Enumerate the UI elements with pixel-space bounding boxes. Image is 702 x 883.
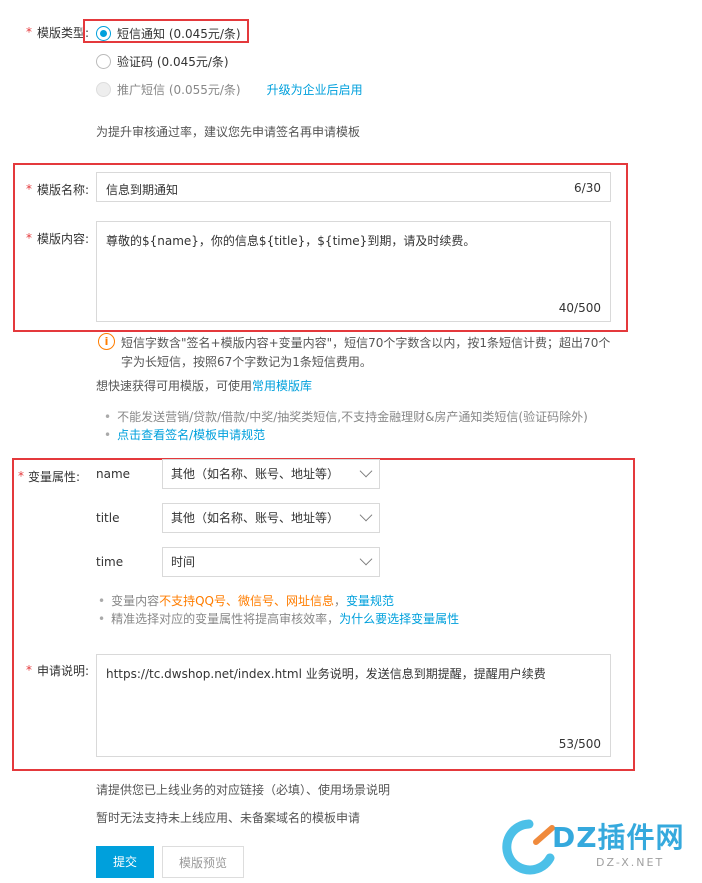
watermark-sub: DZ-X.NET [596,856,665,869]
radio-promotion-sms: 推广短信 (0.055元/条) 升级为企业后启用 [96,78,363,100]
template-content-counter: 40/500 [558,301,601,315]
template-name-label: 模版名称: [37,183,90,197]
content-rule-line1: 短信字数含"签名+模版内容+变量内容"，短信70个字数含以内，按1条短信计费；超… [121,336,611,350]
required-mark: * [18,469,24,483]
variable-title-label: title [96,511,120,525]
chevron-down-icon [359,464,373,478]
template-type-label: 模版类型: [37,26,90,40]
template-name-input[interactable]: 信息到期通知 6/30 [96,172,611,202]
variable-time-select-value: 时间 [171,555,196,569]
watermark-logo: DZ插件网 DZ-X.NET [500,816,696,880]
common-template-link[interactable]: 常用模版库 [252,379,312,393]
application-hint-2: 暂时无法支持未上线应用、未备案域名的模板申请 [96,811,361,825]
info-icon: i [98,333,115,350]
bullet-icon: • [104,428,112,442]
template-name-counter: 6/30 [574,181,601,195]
required-mark: * [26,182,32,196]
variable-title-select-value: 其他（如名称、账号、地址等） [171,511,340,525]
upgrade-enterprise-link[interactable]: 升级为企业后启用 [267,81,363,98]
variable-note-1-warning: 不支持QQ号、微信号、网址信息 [159,594,334,608]
variable-note-1-sep: ， [334,594,347,608]
variable-rules-link[interactable]: 变量规范 [346,594,394,608]
variable-name-select-value: 其他（如名称、账号、地址等） [171,467,340,481]
chevron-down-icon [359,552,373,566]
template-content-textarea[interactable]: 尊敬的${name}，你的信息${title}，${time}到期，请及时续费。… [96,221,611,322]
signature-rules-link[interactable]: 点击查看签名/模板申请规范 [117,428,265,442]
variable-name-label: name [96,467,131,481]
variable-time-label: time [96,555,124,569]
template-content-label: 模版内容: [37,232,90,246]
application-desc-textarea[interactable]: https://tc.dwshop.net/index.html 业务说明，发送… [96,654,611,757]
rule-bullet-1: • 不能发送营销/贷款/借款/中奖/抽奖类短信,不支持金融理财&房产通知类短信(验… [104,408,588,425]
watermark-brand: DZ插件网 [552,821,685,854]
template-content-value: 尊敬的${name}，你的信息${title}，${time}到期，请及时续费。 [106,234,476,248]
template-type-hint: 为提升审核通过率，建议您先申请签名再申请模板 [96,125,361,139]
radio-verification-label: 验证码 (0.045元/条) [117,54,229,69]
variable-note-1-prefix: 变量内容 [111,594,160,608]
bullet-icon: • [98,594,106,608]
radio-icon[interactable] [96,53,111,69]
variable-note-2: • 精准选择对应的变量属性将提高审核效率，为什么要选择变量属性 [98,610,459,627]
template-name-value: 信息到期通知 [106,183,179,197]
variable-attr-label: 变量属性: [28,470,81,484]
application-desc-counter: 53/500 [558,737,601,751]
variable-note-1: • 变量内容不支持QQ号、微信号、网址信息，变量规范 [98,592,394,609]
preview-button[interactable]: 模版预览 [162,846,244,878]
application-hint-1: 请提供您已上线业务的对应链接（必填）、使用场景说明 [96,783,391,797]
required-mark: * [26,663,32,677]
variable-title-select[interactable]: 其他（如名称、账号、地址等） [162,503,380,533]
required-mark: * [26,25,32,39]
watermark-logo-icon [502,819,555,875]
variable-name-select[interactable]: 其他（如名称、账号、地址等） [162,459,380,489]
content-rule-line2: 字为长短信，按照67个字数记为1条短信费用。 [121,355,372,369]
variable-time-select[interactable]: 时间 [162,547,380,577]
radio-promotion-label: 推广短信 (0.055元/条) [117,82,241,97]
radio-disabled-icon [96,81,111,97]
application-desc-label: 申请说明: [37,664,90,678]
radio-verification-code[interactable]: 验证码 (0.045元/条) [96,50,229,72]
why-variable-attr-link[interactable]: 为什么要选择变量属性 [339,612,459,626]
chevron-down-icon [359,508,373,522]
quick-template-hint: 想快速获得可用模版，可使用常用模版库 [96,377,312,394]
required-mark: * [26,231,32,245]
rule-bullet-2: • 点击查看签名/模板申请规范 [104,426,265,443]
variable-note-2-text: 精准选择对应的变量属性将提高审核效率， [111,612,340,626]
quick-template-text: 想快速获得可用模版，可使用 [96,379,253,393]
highlight-box [83,19,249,43]
application-desc-value: https://tc.dwshop.net/index.html 业务说明，发送… [106,667,546,681]
bullet-icon: • [98,612,106,626]
bullet-icon: • [104,410,112,424]
rule-bullet-1-text: 不能发送营销/贷款/借款/中奖/抽奖类短信,不支持金融理财&房产通知类短信(验证… [117,410,588,424]
submit-button[interactable]: 提交 [96,846,154,878]
